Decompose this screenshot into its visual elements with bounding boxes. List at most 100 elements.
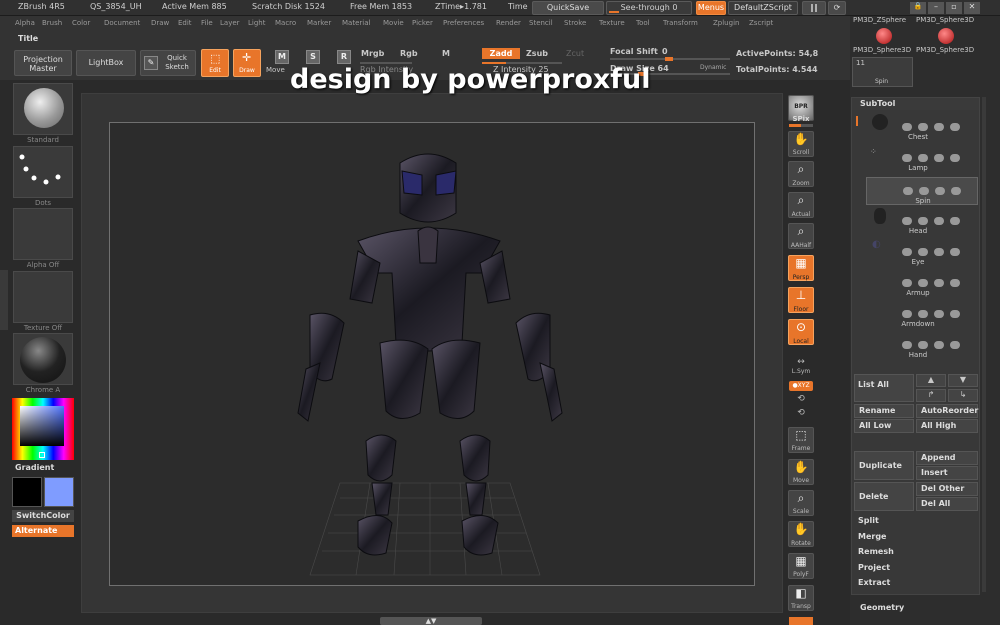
sphere-thumb-2[interactable] <box>938 28 954 44</box>
spin-toggles[interactable] <box>903 180 979 195</box>
menu-alpha[interactable]: Alpha <box>15 19 35 27</box>
menu-render[interactable]: Render <box>496 19 521 27</box>
chest-toggles[interactable] <box>902 116 978 131</box>
focal-shift-track[interactable] <box>610 57 730 61</box>
del-all-button[interactable]: Del All <box>916 497 978 511</box>
stroke-thumbnail[interactable] <box>13 146 73 198</box>
layout-icon[interactable]: ‖‖ <box>802 1 826 15</box>
menu-edit[interactable]: Edit <box>178 19 192 27</box>
rotate-icon[interactable]: R <box>337 50 351 64</box>
script-button[interactable]: DefaultZScript <box>728 1 798 15</box>
bottom-tray-toggle[interactable]: ▲▼ <box>380 617 482 625</box>
menu-preferences[interactable]: Preferences <box>443 19 484 27</box>
document-canvas[interactable] <box>109 122 755 586</box>
duplicate-button[interactable]: Duplicate <box>854 451 914 480</box>
extract-button[interactable]: Extract <box>854 577 978 591</box>
split-button[interactable]: Split <box>854 515 978 529</box>
del-other-button[interactable]: Del Other <box>916 482 978 496</box>
delete-button[interactable]: Delete <box>854 482 914 511</box>
hand-toggles[interactable] <box>902 334 978 349</box>
subtool-item-chest[interactable]: Chest <box>858 114 978 142</box>
subtool-item-head[interactable]: Head <box>858 208 978 236</box>
subtool-item-hand[interactable]: Hand <box>858 332 978 360</box>
color-marker[interactable] <box>39 452 45 458</box>
xyz-button[interactable]: ●XYZ <box>789 381 813 391</box>
gradient-label[interactable]: Gradient <box>15 463 54 472</box>
tool-sphere3d-label-3[interactable]: PM3D_Sphere3D <box>916 46 974 54</box>
subtool-item-eye[interactable]: ◐ Eye <box>858 239 978 267</box>
zsub-button[interactable]: Zsub <box>526 49 548 58</box>
menu-file[interactable]: File <box>201 19 213 27</box>
eye-toggles[interactable] <box>902 241 978 256</box>
quicksave-button[interactable]: QuickSave <box>532 1 604 15</box>
geometry-header[interactable]: Geometry <box>860 603 904 612</box>
switch-color-button[interactable]: SwitchColor <box>12 510 74 522</box>
menu-texture[interactable]: Texture <box>599 19 625 27</box>
draw-button[interactable]: ✛ Draw <box>233 49 261 77</box>
all-low-button[interactable]: All Low <box>854 419 914 433</box>
alternate-button[interactable]: Alternate <box>12 525 74 537</box>
subtool-item-armup[interactable]: Armup <box>858 270 978 298</box>
move-icon[interactable]: M <box>275 50 289 64</box>
secondary-color-swatch[interactable] <box>44 477 74 507</box>
autoreorder-button[interactable]: AutoReorder <box>916 404 978 418</box>
menu-marker[interactable]: Marker <box>307 19 331 27</box>
head-toggles[interactable] <box>902 210 978 225</box>
main-color-swatch[interactable] <box>12 477 42 507</box>
rotate-y-icon[interactable]: ⟲ <box>785 394 817 404</box>
spix-slider[interactable] <box>789 124 813 127</box>
restore-icon[interactable]: ▫ <box>946 2 962 14</box>
dynamic-toggle[interactable]: Dynamic <box>700 64 726 71</box>
arrow-down-right-icon[interactable]: ↳ <box>948 389 978 402</box>
focal-shift-handle[interactable] <box>665 57 673 61</box>
zadd-button[interactable]: Zadd <box>482 48 520 59</box>
m-button[interactable]: M <box>442 49 450 58</box>
menu-draw[interactable]: Draw <box>151 19 169 27</box>
left-tray-handle[interactable] <box>0 270 8 330</box>
lock-icon[interactable]: 🔒 <box>910 2 926 14</box>
zcut-button[interactable]: Zcut <box>566 49 584 58</box>
tool-zsphere-label[interactable]: PM3D_ZSphere <box>853 16 906 24</box>
menu-stroke[interactable]: Stroke <box>564 19 586 27</box>
menu-zscript[interactable]: Zscript <box>749 19 773 27</box>
menu-brush[interactable]: Brush <box>42 19 62 27</box>
menu-macro[interactable]: Macro <box>275 19 296 27</box>
rename-button[interactable]: Rename <box>854 404 914 418</box>
menu-tool[interactable]: Tool <box>636 19 650 27</box>
minimize-icon[interactable]: – <box>928 2 944 14</box>
close-icon[interactable]: ✕ <box>964 2 980 14</box>
texture-thumbnail[interactable] <box>13 271 73 323</box>
all-high-button[interactable]: All High <box>916 419 978 433</box>
mrgb-button[interactable]: Mrgb <box>361 49 384 58</box>
color-picker[interactable] <box>12 398 74 460</box>
lightbox-button[interactable]: LightBox <box>76 50 136 76</box>
menu-picker[interactable]: Picker <box>412 19 433 27</box>
arrow-up-right-icon[interactable]: ↱ <box>916 389 946 402</box>
edit-button[interactable]: ⬚ Edit <box>201 49 229 77</box>
quick-sketch-button[interactable]: ✎ Quick Sketch <box>140 50 196 76</box>
move-up-icon[interactable]: ▲ <box>916 374 946 387</box>
append-button[interactable]: Append <box>916 451 978 465</box>
menu-material[interactable]: Material <box>342 19 370 27</box>
rgb-button[interactable]: Rgb <box>400 49 418 58</box>
ghost-button[interactable] <box>789 617 813 625</box>
brush-thumbnail[interactable] <box>13 83 73 135</box>
subtool-item-armdown[interactable]: Armdown <box>858 301 978 329</box>
cycle-icon[interactable]: ⟳ <box>828 1 846 15</box>
lamp-toggles[interactable] <box>902 147 978 162</box>
color-square[interactable] <box>20 406 64 446</box>
spin-tool-thumb[interactable]: 11 Spin <box>852 57 913 87</box>
move-down-icon[interactable]: ▼ <box>948 374 978 387</box>
rotate-z-icon[interactable]: ⟲ <box>785 408 817 418</box>
insert-button[interactable]: Insert <box>916 466 978 480</box>
see-through-slider[interactable]: See-through 0 <box>606 1 692 15</box>
sphere-thumb-1[interactable] <box>876 28 892 44</box>
spix-label[interactable]: SPix <box>785 115 817 123</box>
list-all-button[interactable]: List All <box>854 374 914 402</box>
menu-light[interactable]: Light <box>248 19 265 27</box>
subtool-header[interactable]: SubTool <box>852 98 979 110</box>
material-thumbnail[interactable] <box>13 333 73 385</box>
subtool-item-spin[interactable]: Spin <box>866 177 978 205</box>
tool-sphere3d-label[interactable]: PM3D_Sphere3D <box>916 16 974 24</box>
menu-stencil[interactable]: Stencil <box>529 19 553 27</box>
